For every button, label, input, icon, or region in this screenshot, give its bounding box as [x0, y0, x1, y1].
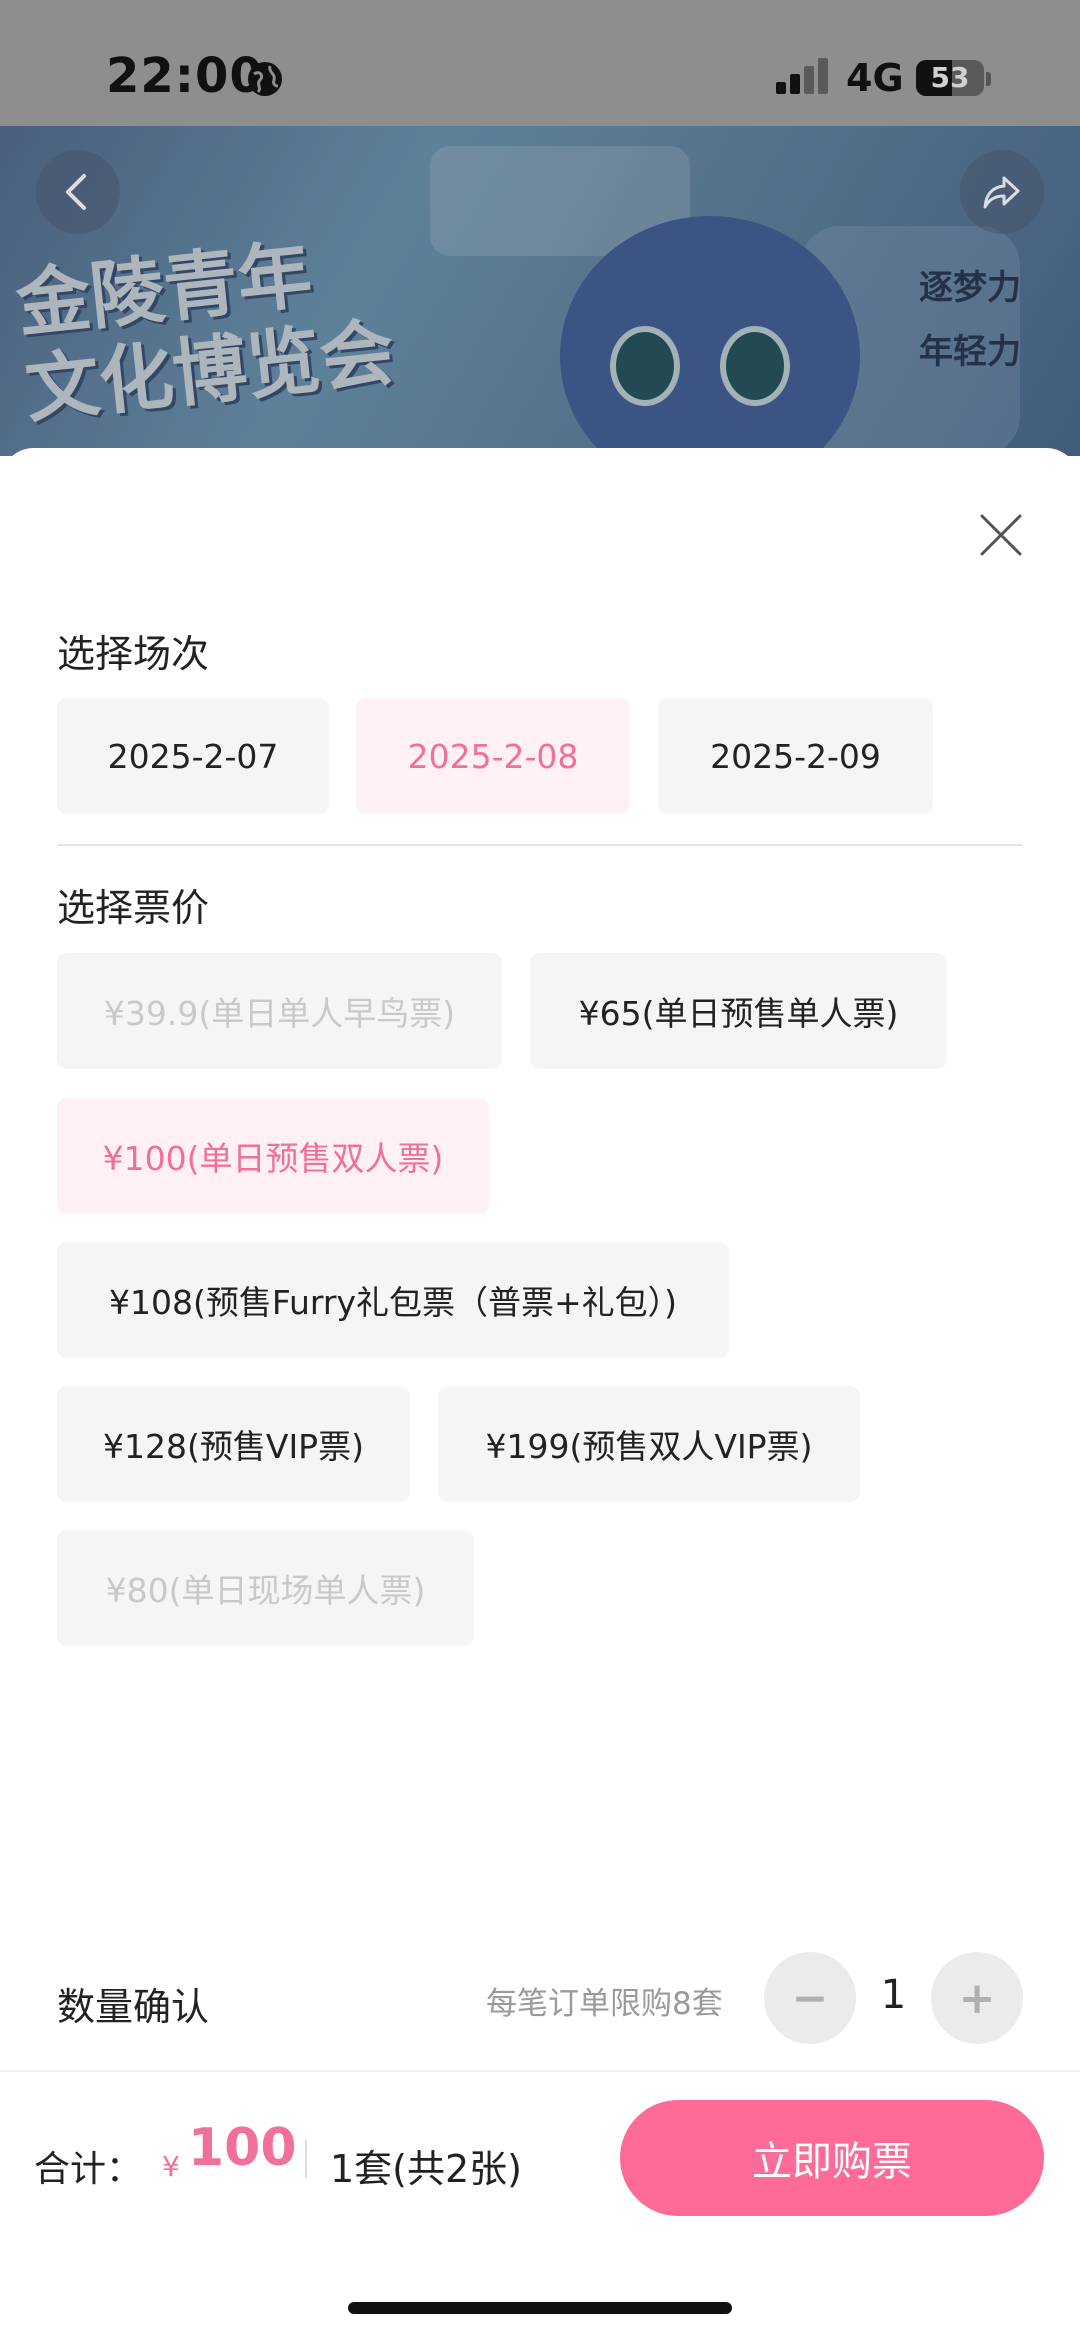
session-chip-0209[interactable]: 2025-2-09 [658, 698, 933, 814]
price-chip-39-9[interactable]: ¥39.9(单日单人早鸟票) [57, 953, 502, 1069]
chevron-left-icon [66, 174, 86, 210]
share-button[interactable] [960, 150, 1044, 234]
price-chip-label: ¥128(预售VIP票) [103, 1427, 364, 1466]
event-banner: 金陵青年 文化博览会 逐梦力 年轻力 [0, 126, 1080, 496]
price-chip-label: ¥80(单日现场单人票) [105, 1571, 426, 1610]
status-bar: 22:00 4G 53 [0, 0, 1080, 126]
banner-side-word: 年轻力 [919, 332, 1021, 372]
price-chip-label: ¥65(单日预售单人票) [578, 994, 899, 1033]
battery-level: 53 [930, 61, 970, 94]
share-icon [983, 176, 1020, 209]
session-title: 选择场次 [57, 632, 210, 676]
price-chip-label: ¥100(单日预售双人票) [102, 1139, 444, 1178]
quantity-minus-button[interactable]: − [764, 1952, 856, 2044]
status-time: 22:00 [106, 48, 264, 104]
price-chip-label: ¥39.9(单日单人早鸟票) [103, 994, 456, 1033]
banner-title: 金陵青年 文化博览会 [12, 210, 527, 434]
session-chip-0208[interactable]: 2025-2-08 [356, 698, 630, 814]
ticket-screen: 22:00 4G 53 金陵青年 文化博览会 逐梦力 年轻力 选择场次 2025… [0, 0, 1080, 2341]
home-indicator[interactable] [348, 2302, 732, 2314]
buy-now-label: 立即购票 [752, 2139, 912, 2185]
banner-side-words: 逐梦力 年轻力 [900, 256, 1040, 384]
price-chip-label: ¥199(预售双人VIP票) [485, 1427, 813, 1466]
battery-icon: 53 [916, 60, 984, 96]
buy-now-button[interactable]: 立即购票 [620, 2100, 1044, 2216]
battery-tip [986, 72, 991, 86]
price-chip-65[interactable]: ¥65(单日预售单人票) [530, 953, 947, 1069]
price-chip-108[interactable]: ¥108(预售Furry礼包票（普票+礼包）) [57, 1242, 729, 1358]
banner-side-word: 逐梦力 [919, 268, 1021, 308]
session-chip-0207[interactable]: 2025-2-07 [57, 698, 329, 814]
session-chip-label: 2025-2-08 [407, 736, 579, 776]
quantity-plus-button[interactable]: + [931, 1952, 1023, 2044]
network-type: 4G [846, 56, 904, 100]
back-button[interactable] [36, 150, 120, 234]
ticket-selection-sheet: 选择场次 2025-2-07 2025-2-08 2025-2-09 选择票价 … [0, 448, 1080, 2341]
section-divider [57, 844, 1023, 846]
mascot-eye-left [610, 326, 680, 406]
price-chip-199[interactable]: ¥199(预售双人VIP票) [438, 1386, 860, 1502]
price-chip-128[interactable]: ¥128(预售VIP票) [57, 1386, 410, 1502]
price-chip-100[interactable]: ¥100(单日预售双人票) [57, 1098, 489, 1214]
close-icon[interactable] [966, 500, 1036, 570]
mascot-eye-right [720, 326, 790, 406]
price-chip-label: ¥108(预售Furry礼包票（普票+礼包）) [108, 1283, 678, 1322]
session-chip-label: 2025-2-07 [107, 736, 279, 776]
price-title: 选择票价 [57, 886, 210, 930]
price-chip-80[interactable]: ¥80(单日现场单人票) [57, 1530, 474, 1646]
globe-icon [248, 62, 282, 96]
session-chip-label: 2025-2-09 [710, 736, 881, 776]
signal-icon [776, 58, 828, 94]
